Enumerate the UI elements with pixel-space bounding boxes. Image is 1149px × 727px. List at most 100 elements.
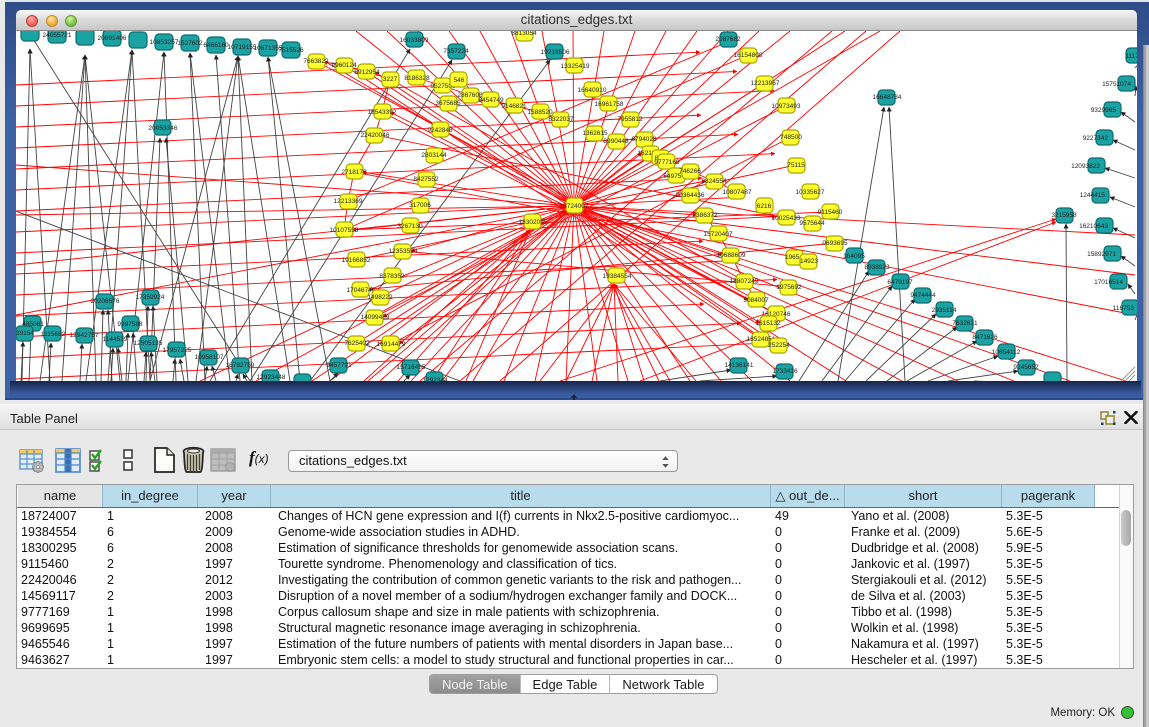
svg-text:1292344: 1292344 [422, 377, 448, 381]
svg-text:12923448: 12923448 [257, 374, 286, 381]
svg-text:2087682: 2087682 [715, 36, 741, 43]
svg-text:9997588: 9997588 [117, 321, 143, 328]
svg-text:1498222: 1498222 [367, 294, 393, 301]
svg-text:20364436: 20364436 [676, 192, 705, 199]
svg-text:9146821: 9146821 [501, 103, 527, 110]
svg-text:7632621: 7632621 [952, 320, 978, 327]
svg-text:16782759: 16782759 [226, 362, 255, 369]
svg-text:1144519: 1144519 [103, 336, 128, 343]
svg-text:16640910: 16640910 [578, 87, 607, 94]
svg-text:10654112: 10654112 [992, 349, 1021, 356]
svg-text:8938923: 8938923 [864, 264, 890, 271]
svg-text:16033809: 16033809 [400, 37, 429, 44]
svg-text:10973493: 10973493 [772, 103, 801, 110]
svg-text:252254: 252254 [768, 342, 790, 349]
svg-text:22420046: 22420046 [361, 132, 390, 139]
svg-text:746266: 746266 [679, 168, 701, 175]
svg-text:7357224: 7357224 [443, 48, 469, 55]
svg-text:16543392: 16543392 [368, 109, 397, 116]
svg-text:7663822: 7663822 [303, 58, 329, 65]
svg-text:17046746: 17046746 [347, 287, 376, 294]
svg-text:13325419: 13325419 [561, 63, 590, 70]
svg-text:18724007: 18724007 [560, 203, 589, 210]
svg-text:1733426: 1733426 [772, 368, 798, 375]
svg-text:9777169: 9777169 [654, 159, 680, 166]
svg-text:1244415: 1244415 [1080, 192, 1106, 199]
svg-text:0693695: 0693695 [822, 240, 848, 247]
svg-text:9245652: 9245652 [1013, 364, 1039, 371]
svg-text:9227342: 9227342 [1083, 135, 1109, 142]
svg-text:6479197: 6479197 [887, 279, 913, 286]
svg-text:8471626: 8471626 [972, 334, 998, 341]
svg-text:20053346: 20053346 [149, 125, 178, 132]
svg-text:2935114: 2935114 [932, 307, 957, 314]
svg-text:9575644: 9575644 [799, 220, 825, 227]
svg-text:16914479: 16914479 [377, 341, 406, 348]
svg-text:20691406: 20691406 [98, 35, 127, 42]
svg-text:9474444: 9474444 [910, 292, 936, 299]
svg-text:7386372: 7386372 [692, 212, 718, 219]
svg-text:8813054: 8813054 [511, 31, 537, 37]
svg-text:9960124: 9960124 [331, 62, 357, 69]
svg-text:9457791: 9457791 [326, 362, 352, 369]
svg-text:18302095: 18302095 [519, 219, 548, 226]
svg-text:3227: 3227 [383, 76, 398, 83]
svg-text:1115682: 1115682 [41, 331, 66, 338]
svg-text:6466160: 6466160 [203, 42, 229, 49]
svg-text:75115: 75115 [787, 162, 805, 169]
svg-text:19384554: 19384554 [603, 273, 632, 280]
svg-text:17359924: 17359924 [136, 294, 165, 301]
svg-text:14923: 14923 [800, 258, 818, 265]
svg-text:2718176: 2718176 [341, 169, 367, 176]
svg-text:9329965: 9329965 [1091, 107, 1117, 114]
svg-text:8912954: 8912954 [354, 69, 380, 76]
svg-text:15716485: 15716485 [397, 364, 426, 371]
svg-text:7955812: 7955812 [617, 116, 643, 123]
svg-text:546: 546 [454, 77, 465, 84]
svg-text:10958107: 10958107 [195, 354, 224, 361]
svg-text:12093822: 12093822 [1071, 163, 1100, 170]
svg-text:19218506: 19218506 [541, 49, 570, 56]
svg-text:10107553: 10107553 [330, 227, 359, 234]
svg-text:3215958: 3215958 [1051, 212, 1077, 219]
svg-text:7515526: 7515526 [278, 47, 304, 54]
svg-text:1615132: 1615132 [755, 320, 781, 327]
svg-text:12213369: 12213369 [334, 198, 363, 205]
svg-text:16648784: 16648784 [873, 94, 902, 101]
svg-text:3675685: 3675685 [435, 100, 461, 107]
svg-text:1588520: 1588520 [527, 109, 553, 116]
svg-text:10719155: 10719155 [228, 44, 257, 51]
svg-text:6216: 6216 [757, 203, 772, 210]
svg-text:8322037: 8322037 [548, 116, 574, 123]
svg-text:12213967: 12213967 [751, 80, 780, 87]
svg-text:2803144: 2803144 [421, 152, 447, 159]
svg-text:14099489: 14099489 [361, 314, 390, 321]
svg-text:18807249: 18807249 [730, 278, 759, 285]
svg-text:9115460: 9115460 [818, 209, 843, 216]
svg-text:15892971: 15892971 [1087, 251, 1116, 258]
svg-text:1117: 1117 [1126, 53, 1138, 60]
svg-text:3824554: 3824554 [701, 178, 727, 185]
svg-text:24055721: 24055721 [43, 32, 72, 39]
svg-text:10807487: 10807487 [723, 189, 752, 196]
svg-text:39154: 39154 [16, 330, 34, 337]
svg-text:17957225: 17957225 [163, 347, 192, 354]
svg-text:3267130: 3267130 [397, 223, 423, 230]
svg-text:116753: 116753 [1113, 305, 1135, 312]
svg-text:15751074: 15751074 [1102, 81, 1131, 88]
svg-text:7625402: 7625402 [344, 340, 370, 347]
svg-text:12353594: 12353594 [389, 248, 418, 255]
svg-text:8990448: 8990448 [603, 138, 629, 145]
svg-text:1975692: 1975692 [776, 284, 802, 291]
svg-text:6794028: 6794028 [631, 136, 657, 143]
svg-text:164095: 164095 [843, 253, 865, 260]
svg-text:19166852: 19166852 [342, 257, 371, 264]
svg-text:12505135: 12505135 [134, 340, 163, 347]
svg-text:16210643: 16210643 [1079, 223, 1108, 230]
svg-text:1527602: 1527602 [177, 40, 203, 47]
svg-text:20206576: 20206576 [91, 298, 120, 305]
svg-text:10853257: 10853257 [150, 39, 179, 46]
svg-text:15720407: 15720407 [704, 231, 733, 238]
svg-text:3084007: 3084007 [743, 297, 769, 304]
svg-text:16154808: 16154808 [734, 52, 763, 59]
